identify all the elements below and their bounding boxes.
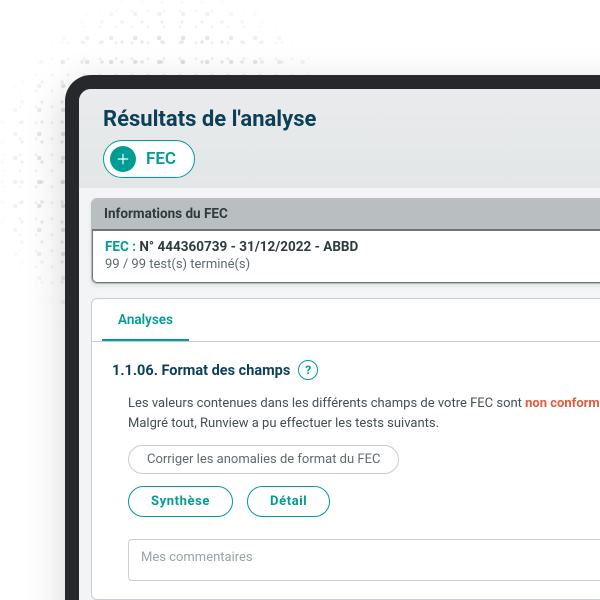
status-nonconformes: non conformes [525, 396, 600, 411]
section-title-row: 1.1.06. Format des champs ? [112, 360, 600, 380]
section-1-1-06: 1.1.06. Format des champs ? Les valeurs … [92, 342, 600, 581]
fec-value: N° 444360739 - 31/12/2022 - ABBD [139, 239, 358, 255]
detail-button[interactable]: Détail [247, 486, 330, 517]
plus-icon [110, 146, 136, 172]
page-title: Résultats de l'analyse [103, 107, 600, 132]
fec-info-title: Informations du FEC [92, 199, 600, 230]
laptop-bezel: Résultats de l'analyse FEC Informations … [65, 75, 600, 600]
analysis-card: Analyses 1.1.06. Format des champs ? Les… [91, 298, 600, 600]
add-fec-label: FEC [146, 149, 176, 169]
add-fec-button[interactable]: FEC [103, 140, 195, 178]
tab-analyses[interactable]: Analyses [102, 299, 189, 341]
app-screen: Résultats de l'analyse FEC Informations … [79, 89, 600, 600]
fec-info-body: FEC : N° 444360739 - 31/12/2022 - ABBD 9… [91, 229, 600, 284]
fec-tests-status: 99 / 99 test(s) terminé(s) [105, 257, 600, 272]
help-icon[interactable]: ? [298, 360, 318, 380]
fix-action-row: Corriger les anomalies de format du FEC [128, 445, 600, 474]
desc-text-2: Malgré tout, Runview a pu effectuer les … [128, 416, 439, 431]
section-title: 1.1.06. Format des champs [112, 362, 290, 379]
fec-info-panel: Informations du FEC FEC : N° 444360739 -… [91, 198, 600, 284]
tab-bar: Analyses [92, 299, 600, 342]
comments-input[interactable]: Mes commentaires [128, 539, 600, 581]
app-header: Résultats de l'analyse FEC [79, 89, 600, 188]
view-action-row: Synthèse Détail [128, 486, 600, 517]
fec-label: FEC : [105, 239, 136, 255]
fec-identifier-line: FEC : N° 444360739 - 31/12/2022 - ABBD [105, 239, 600, 255]
desc-text-1: Les valeurs contenues dans les différent… [128, 396, 525, 411]
synthese-button[interactable]: Synthèse [128, 486, 233, 517]
section-description: Les valeurs contenues dans les différent… [128, 394, 600, 433]
fix-anomalies-button[interactable]: Corriger les anomalies de format du FEC [128, 445, 399, 474]
